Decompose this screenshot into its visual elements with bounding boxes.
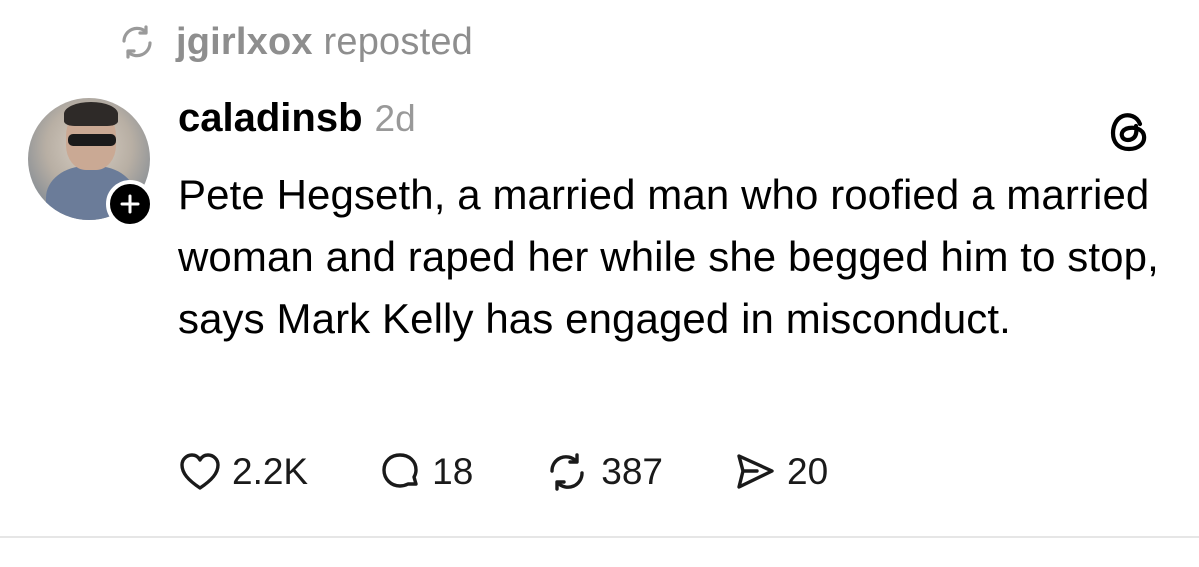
reply-button[interactable]: 18 xyxy=(378,450,473,494)
like-button[interactable]: 2.2K xyxy=(178,451,308,493)
divider xyxy=(0,536,1199,538)
repost-username[interactable]: jgirlxox xyxy=(176,21,313,63)
share-button[interactable]: 20 xyxy=(733,450,828,494)
repost-icon xyxy=(550,453,584,491)
username[interactable]: caladinsb xyxy=(178,96,363,141)
reply-count: 18 xyxy=(432,451,474,492)
plus-icon xyxy=(120,194,140,214)
repost-indicator: jgirlxox reposted xyxy=(116,18,473,66)
repost-icon xyxy=(116,21,158,63)
share-count: 20 xyxy=(787,451,829,492)
share-icon xyxy=(737,454,774,489)
heart-icon xyxy=(180,453,220,490)
repost-label: reposted xyxy=(312,20,474,63)
timestamp: 2d xyxy=(374,98,416,139)
repost-button[interactable]: 387 xyxy=(543,450,663,494)
post-body: Pete Hegseth, a married man who roofied … xyxy=(178,171,1159,342)
post-header: caladinsb 2d xyxy=(178,96,416,152)
post-actions: 2.2K 18 387 20 xyxy=(178,444,898,500)
repost-count: 387 xyxy=(601,451,664,492)
repost-text: jgirlxox reposted xyxy=(176,21,473,64)
follow-button[interactable] xyxy=(106,180,154,228)
comment-icon xyxy=(382,453,418,488)
threads-logo-icon[interactable] xyxy=(1104,106,1154,156)
like-count: 2.2K xyxy=(232,451,309,492)
